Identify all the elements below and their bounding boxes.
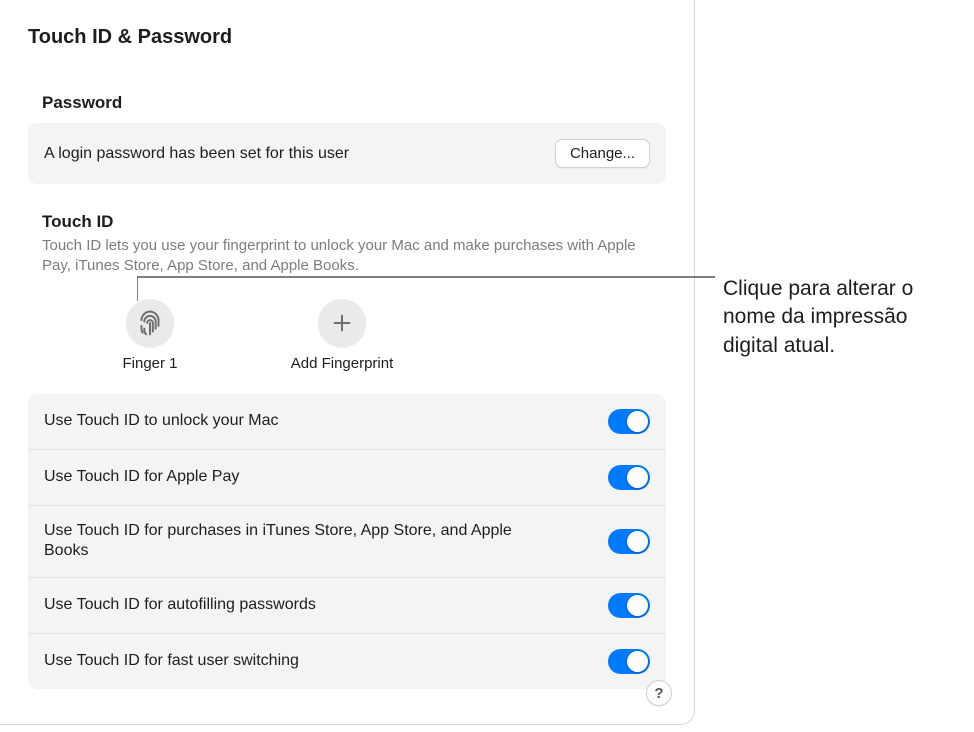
fingerprint-item-finger1[interactable]: Finger 1 bbox=[90, 299, 210, 372]
toggle-row-apple-pay: Use Touch ID for Apple Pay bbox=[28, 450, 666, 506]
settings-panel: Touch ID & Password Password A login pas… bbox=[0, 0, 695, 725]
toggle-switch-fast-user-switching[interactable] bbox=[608, 649, 650, 674]
touchid-heading: Touch ID bbox=[28, 212, 666, 232]
add-fingerprint-label: Add Fingerprint bbox=[291, 355, 394, 372]
password-card: A login password has been set for this u… bbox=[28, 123, 666, 184]
toggle-switch-apple-pay[interactable] bbox=[608, 465, 650, 490]
touchid-description: Touch ID lets you use your fingerprint t… bbox=[28, 236, 666, 277]
toggle-row-fast-user-switching: Use Touch ID for fast user switching bbox=[28, 634, 666, 689]
password-section: Password A login password has been set f… bbox=[0, 93, 694, 689]
fingerprint-icon bbox=[126, 299, 174, 347]
page-title: Touch ID & Password bbox=[0, 0, 694, 49]
toggle-label: Use Touch ID for Apple Pay bbox=[44, 467, 239, 488]
add-fingerprint-button[interactable]: Add Fingerprint bbox=[282, 299, 402, 372]
fingerprint-list: Finger 1 Add Fingerprint bbox=[28, 299, 666, 372]
change-password-button[interactable]: Change... bbox=[555, 139, 650, 168]
toggle-switch-autofill[interactable] bbox=[608, 593, 650, 618]
toggle-label: Use Touch ID for fast user switching bbox=[44, 651, 299, 672]
toggle-switch-purchases[interactable] bbox=[608, 529, 650, 554]
touchid-toggle-list: Use Touch ID to unlock your Mac Use Touc… bbox=[28, 394, 666, 690]
toggle-label: Use Touch ID to unlock your Mac bbox=[44, 411, 278, 432]
toggle-row-autofill: Use Touch ID for autofilling passwords bbox=[28, 578, 666, 634]
callout-text: Clique para alterar o nome da impressão … bbox=[723, 275, 953, 360]
toggle-row-unlock-mac: Use Touch ID to unlock your Mac bbox=[28, 394, 666, 450]
fingerprint-label: Finger 1 bbox=[122, 355, 177, 372]
password-heading: Password bbox=[28, 93, 666, 113]
toggle-label: Use Touch ID for purchases in iTunes Sto… bbox=[44, 521, 554, 563]
help-button[interactable]: ? bbox=[646, 680, 672, 706]
toggle-row-purchases: Use Touch ID for purchases in iTunes Sto… bbox=[28, 506, 666, 579]
toggle-switch-unlock-mac[interactable] bbox=[608, 409, 650, 434]
password-row: A login password has been set for this u… bbox=[44, 139, 650, 168]
plus-icon bbox=[318, 299, 366, 347]
toggle-label: Use Touch ID for autofilling passwords bbox=[44, 595, 316, 616]
password-status-text: A login password has been set for this u… bbox=[44, 145, 349, 163]
